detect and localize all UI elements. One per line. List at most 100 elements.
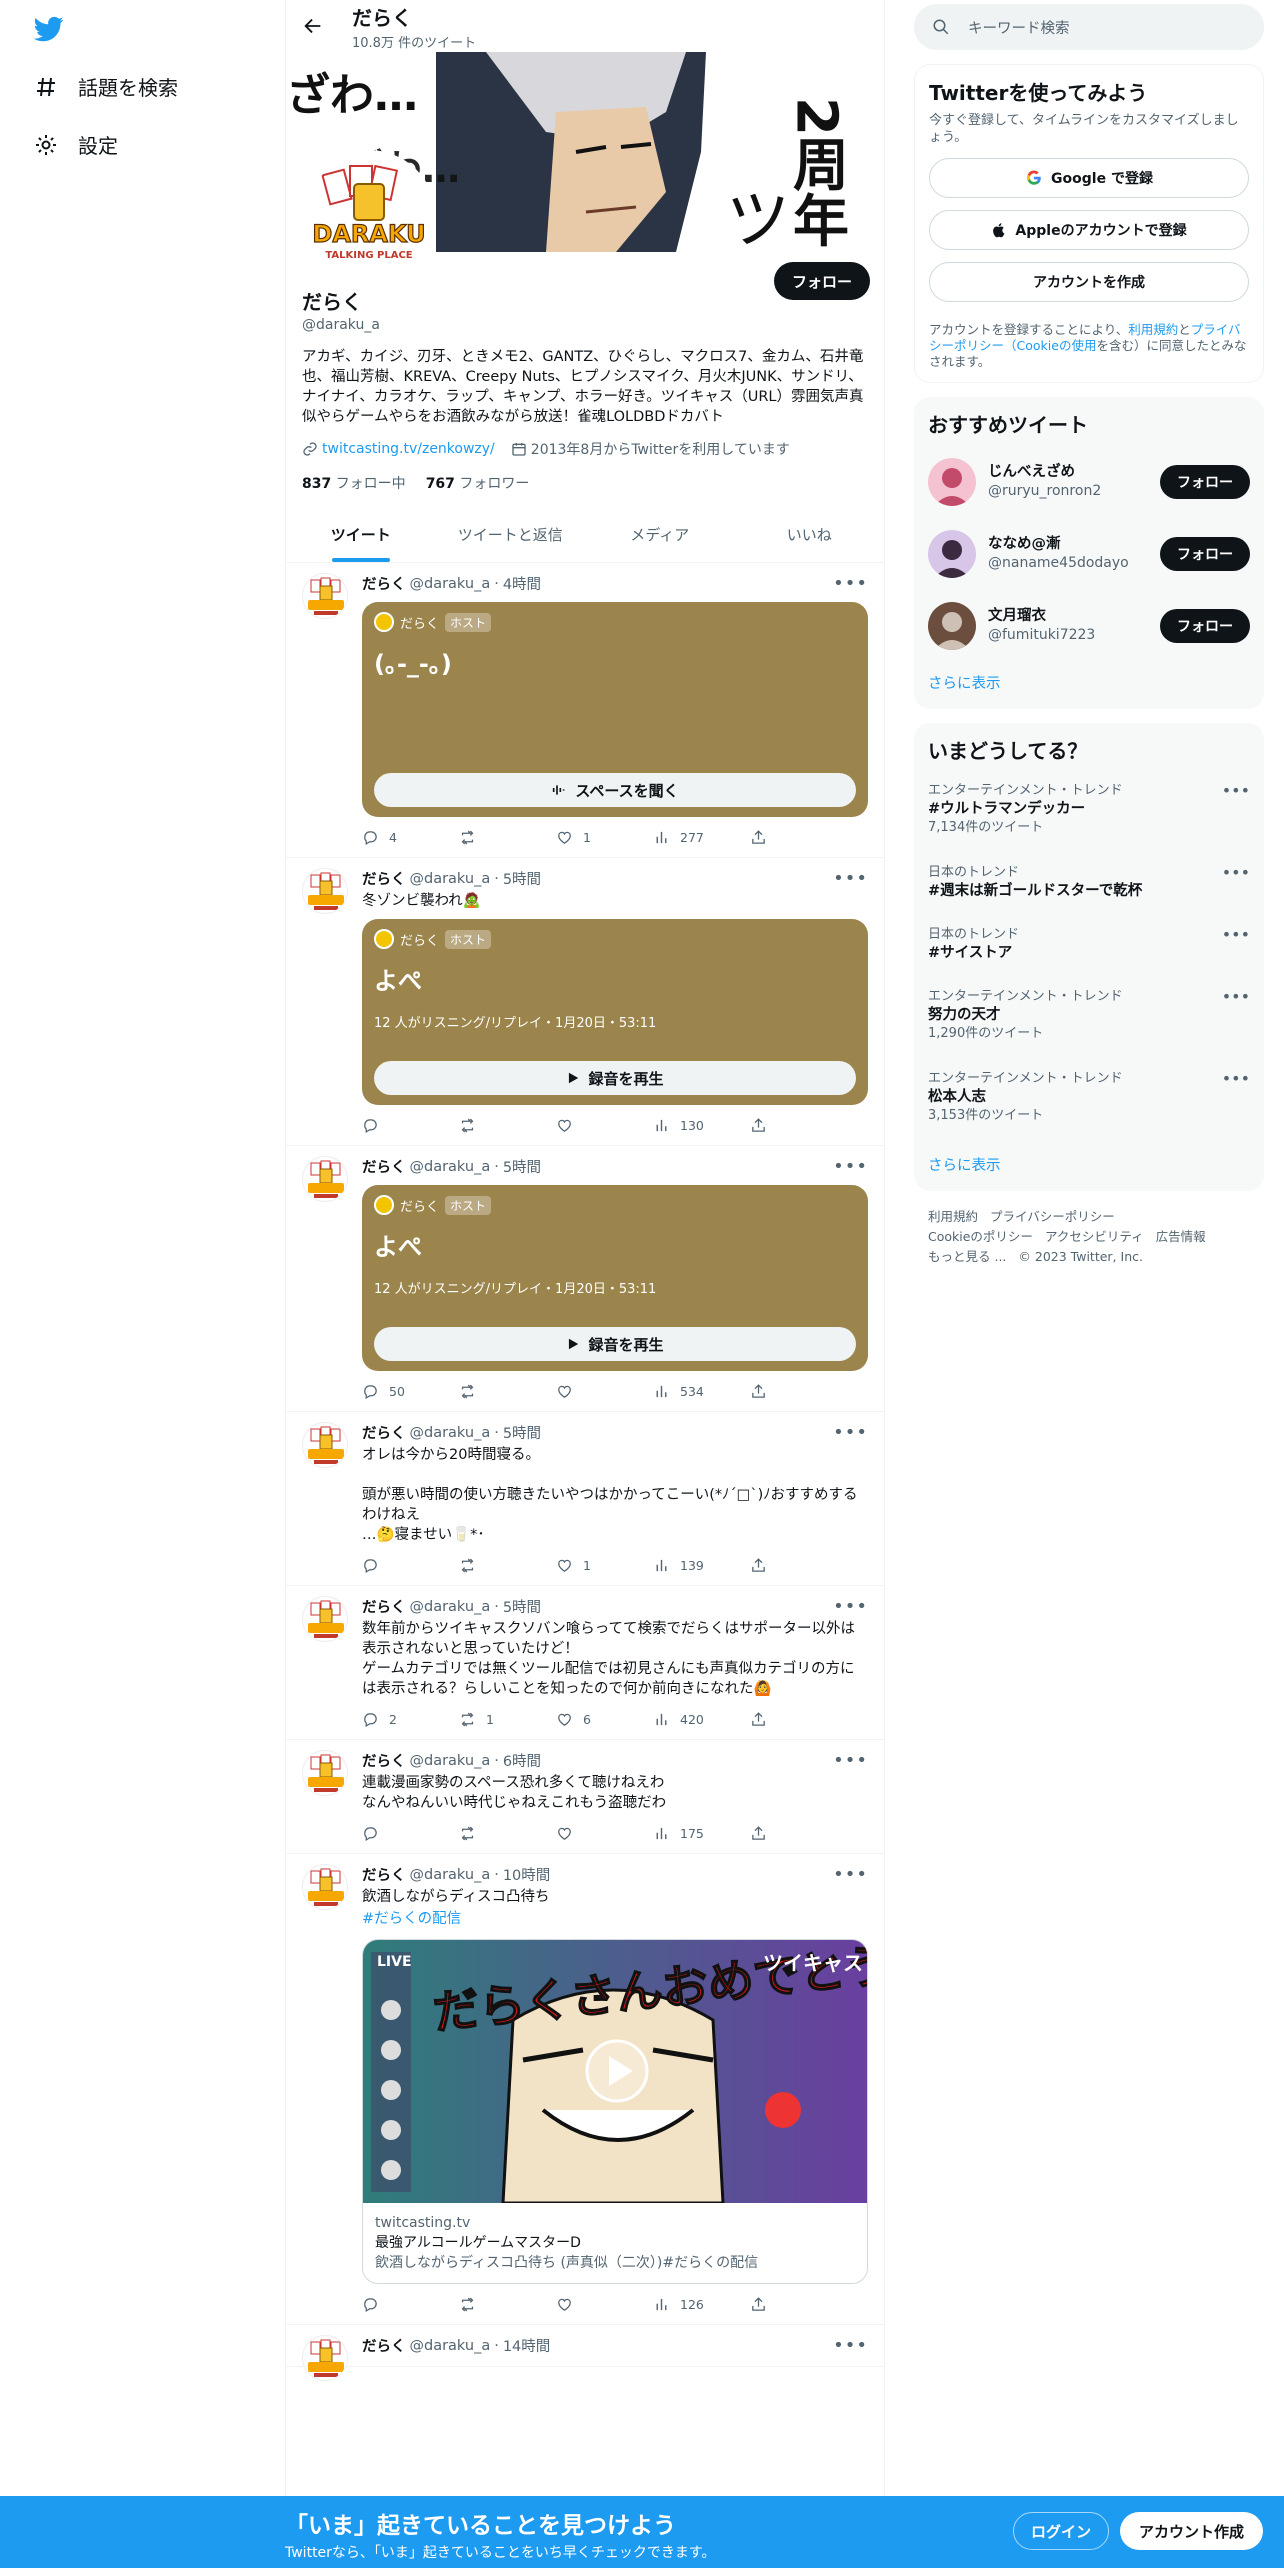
- views-button[interactable]: 420: [653, 1711, 750, 1728]
- tweet-avatar[interactable]: [302, 1596, 348, 1642]
- footer-privacy[interactable]: プライバシーポリシー: [990, 1209, 1115, 1224]
- reply-button[interactable]: [362, 1117, 459, 1134]
- tweet-author-name[interactable]: だらく: [362, 1156, 406, 1177]
- reply-button[interactable]: [362, 1825, 459, 1842]
- retweet-button[interactable]: [459, 829, 556, 846]
- tweet[interactable]: だらく @daraku_a · 5時間 ••• 数年前からツイキャスクソバン喰らってて検索…: [286, 1586, 884, 1740]
- tweet-time[interactable]: 14時間: [503, 2335, 550, 2356]
- views-button[interactable]: 130: [653, 1117, 750, 1134]
- login-button[interactable]: ログイン: [1013, 2512, 1109, 2550]
- tweet-hashtag[interactable]: #だらくの配信: [362, 1909, 868, 1929]
- space-card[interactable]: だらく ホスト よぺ 12 人がリスニング/リプレイ・1月20日・53:11 録音を再生: [362, 919, 868, 1105]
- tweet[interactable]: だらく @daraku_a · 6時間 ••• 連載漫画家勢のスペース恐れ多くて聴けねえわ…: [286, 1740, 884, 1854]
- share-button[interactable]: [750, 1557, 847, 1574]
- retweet-button[interactable]: [459, 1117, 556, 1134]
- share-button[interactable]: [750, 1825, 847, 1842]
- tab-media[interactable]: メディア: [585, 507, 735, 562]
- space-card[interactable]: だらく ホスト よぺ 12 人がリスニング/リプレイ・1月20日・53:11 録音を再生: [362, 1185, 868, 1371]
- follow-button[interactable]: フォロー: [773, 262, 870, 300]
- retweet-button[interactable]: [459, 1383, 556, 1400]
- tweet-author-name[interactable]: だらく: [362, 1596, 406, 1617]
- recommended-user[interactable]: じんべえざめ @ruryu_ronron2 フォロー: [928, 446, 1250, 518]
- followers-stat[interactable]: 767 フォロワー: [426, 473, 530, 493]
- like-button[interactable]: [556, 1117, 653, 1134]
- following-stat[interactable]: 837 フォロー中: [302, 473, 406, 493]
- tweet-avatar[interactable]: [302, 1422, 348, 1468]
- user-name[interactable]: ななめ@漸: [988, 535, 1148, 554]
- tweet[interactable]: だらく @daraku_a · 5時間 ••• だらく ホスト よぺ 12 人がリスニング/リプ…: [286, 1146, 884, 1412]
- retweet-button[interactable]: 1: [459, 1711, 556, 1728]
- like-button[interactable]: 1: [556, 829, 653, 846]
- tweet[interactable]: だらく @daraku_a · 5時間 ••• オレは今から20時間寝る。 頭が悪い時間の…: [286, 1412, 884, 1586]
- footer-more[interactable]: もっと見る ...: [928, 1249, 1006, 1264]
- more-options-icon[interactable]: •••: [1222, 988, 1250, 1005]
- follow-user-button[interactable]: フォロー: [1160, 609, 1250, 643]
- tweet-author-name[interactable]: だらく: [362, 573, 406, 594]
- trend-item[interactable]: エンターテインメント・トレンド #ウルトラマンデッカー 7,134件のツイート •••: [928, 774, 1250, 856]
- reply-button[interactable]: 2: [362, 1711, 459, 1728]
- follow-user-button[interactable]: フォロー: [1160, 465, 1250, 499]
- like-button[interactable]: [556, 1383, 653, 1400]
- user-name[interactable]: 文月瑠衣: [988, 607, 1148, 626]
- tweet-time[interactable]: 5時間: [503, 1422, 541, 1443]
- tweet-time[interactable]: 5時間: [503, 1156, 541, 1177]
- more-options-icon[interactable]: •••: [833, 868, 868, 889]
- more-options-icon[interactable]: •••: [833, 573, 868, 594]
- share-button[interactable]: [750, 1711, 847, 1728]
- trend-item[interactable]: 日本のトレンド #サイストア •••: [928, 918, 1250, 980]
- signup-button[interactable]: アカウント作成: [1120, 2512, 1263, 2550]
- nav-settings[interactable]: 設定: [34, 130, 118, 159]
- footer-ads[interactable]: 広告情報: [1156, 1229, 1206, 1244]
- trends-show-more[interactable]: さらに表示: [928, 1144, 1250, 1179]
- twitter-logo-icon[interactable]: [34, 14, 64, 44]
- footer-terms[interactable]: 利用規約: [928, 1209, 978, 1224]
- tweet-author-name[interactable]: だらく: [362, 1422, 406, 1443]
- footer-cookie[interactable]: Cookieのポリシー: [928, 1229, 1033, 1244]
- space-card[interactable]: だらく ホスト (｡-_-｡) スペースを聞く: [362, 602, 868, 817]
- retweet-button[interactable]: [459, 1557, 556, 1574]
- search-box[interactable]: キーワード検索: [914, 4, 1264, 50]
- tweet[interactable]: だらく @daraku_a · 10時間 ••• 飲酒しながらディスコ凸待ち #だらくの配信…: [286, 1854, 884, 2325]
- tab-tweets-replies[interactable]: ツイートと返信: [436, 507, 586, 562]
- user-name[interactable]: じんべえざめ: [988, 463, 1148, 482]
- tweet-avatar[interactable]: [302, 1864, 348, 1910]
- tweet-time[interactable]: 4時間: [503, 573, 541, 594]
- tweet-author-name[interactable]: だらく: [362, 868, 406, 889]
- recommended-user[interactable]: ななめ@漸 @naname45dodayo フォロー: [928, 518, 1250, 590]
- retweet-button[interactable]: [459, 1825, 556, 1842]
- create-account-button[interactable]: アカウントを作成: [929, 262, 1249, 302]
- tweet-author-name[interactable]: だらく: [362, 1864, 406, 1885]
- like-button[interactable]: 1: [556, 1557, 653, 1574]
- profile-avatar[interactable]: DARAKU TALKING PLACE: [302, 150, 436, 284]
- tweet[interactable]: だらく @daraku_a · 5時間 ••• 冬ゾンビ襲われ🧟 だらく ホスト よぺ 12 人が…: [286, 858, 884, 1146]
- more-options-icon[interactable]: •••: [833, 1864, 868, 1885]
- reply-button[interactable]: [362, 1557, 459, 1574]
- nav-explore[interactable]: 話題を検索: [34, 72, 178, 101]
- more-options-icon[interactable]: •••: [833, 2335, 868, 2356]
- tweet-time[interactable]: 5時間: [503, 1596, 541, 1617]
- profile-link[interactable]: twitcasting.tv/zenkowzy/: [322, 441, 495, 457]
- retweet-button[interactable]: [459, 2296, 556, 2313]
- tweet-avatar[interactable]: [302, 573, 348, 619]
- trend-item[interactable]: エンターテインメント・トレンド 松本人志 3,153件のツイート •••: [928, 1062, 1250, 1144]
- more-options-icon[interactable]: •••: [1222, 926, 1250, 943]
- more-options-icon[interactable]: •••: [833, 1750, 868, 1771]
- more-options-icon[interactable]: •••: [1222, 864, 1250, 881]
- tweet-author-name[interactable]: だらく: [362, 1750, 406, 1771]
- more-options-icon[interactable]: •••: [833, 1596, 868, 1617]
- trend-item[interactable]: 日本のトレンド #週末は新ゴールドスターで乾杯 •••: [928, 856, 1250, 918]
- user-avatar[interactable]: [928, 458, 976, 506]
- views-button[interactable]: 175: [653, 1825, 750, 1842]
- recommended-user[interactable]: 文月瑠衣 @fumituki7223 フォロー: [928, 590, 1250, 662]
- share-button[interactable]: [750, 829, 847, 846]
- tweet[interactable]: だらく @daraku_a · 4時間 ••• だらく ホスト (｡-_-｡) スペースを聞く 4…: [286, 563, 884, 858]
- recommended-show-more[interactable]: さらに表示: [928, 662, 1250, 697]
- link-card[interactable]: だらくさんおめでとう LIVE ツイキャス twitcasting.tv 最強アルコール…: [362, 1939, 868, 2284]
- tweet-avatar[interactable]: [302, 1156, 348, 1202]
- play-recording-button[interactable]: 録音を再生: [374, 1061, 856, 1095]
- back-arrow-icon[interactable]: [302, 15, 324, 37]
- tweet-time[interactable]: 6時間: [503, 1750, 541, 1771]
- tweet-time[interactable]: 5時間: [503, 868, 541, 889]
- reply-button[interactable]: 50: [362, 1383, 459, 1400]
- more-options-icon[interactable]: •••: [1222, 1070, 1250, 1087]
